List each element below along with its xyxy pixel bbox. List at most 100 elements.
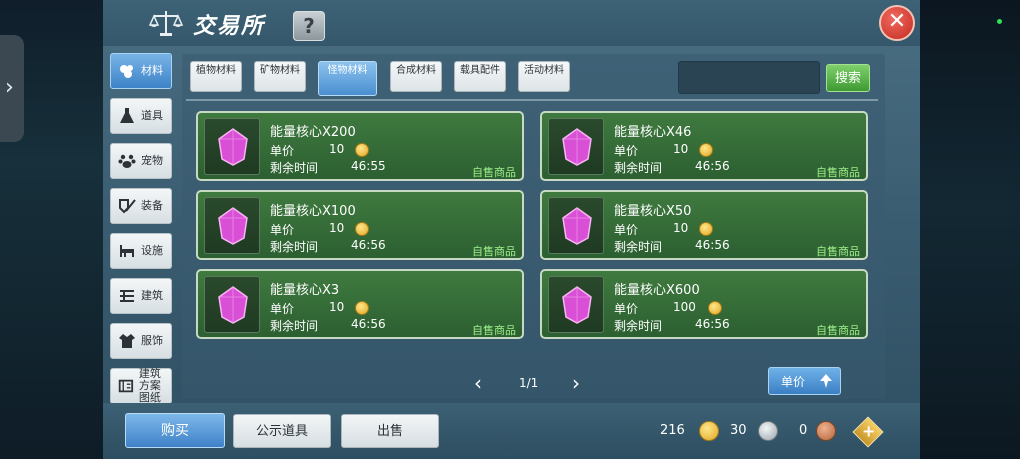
listing-card[interactable]: 能量核心X600 单价 100 剩余时间 46:56 自售商品 [540,269,868,339]
materials-icon [120,65,133,78]
category-items[interactable]: 道具 [110,98,172,134]
item-price: 10 [329,300,345,314]
tab-plant-materials[interactable]: 植物材料 [190,61,242,92]
side-drawer-tab[interactable]: › [0,35,24,142]
next-page-icon[interactable]: › [572,373,580,393]
paw-icon [118,154,136,168]
category-clothing[interactable]: 服饰 [110,323,172,359]
gold-coin-icon [355,301,369,315]
search-button[interactable]: 搜索 [826,64,870,92]
status-dot [997,19,1002,24]
time-label: 剩余时间 [270,240,319,254]
category-blueprints[interactable]: 建筑方案图纸 [110,368,172,404]
tab-crafted-materials[interactable]: 合成材料 [390,61,442,92]
price-label: 单价 [614,223,639,237]
self-sale-tag: 自售商品 [816,324,860,337]
close-button[interactable]: ✕ [879,5,915,41]
plus-icon: + [862,421,876,441]
category-buildings[interactable]: 建筑 [110,278,172,314]
category-label: 服饰 [141,334,163,347]
remaining-time: 46:55 [351,159,386,173]
listing-card[interactable]: 能量核心X50 单价 10 剩余时间 46:56 自售商品 [540,190,868,260]
gold-coin-icon [355,222,369,236]
prev-page-icon[interactable]: ‹ [474,373,482,393]
remaining-time: 46:56 [351,238,386,252]
sell-tab-button[interactable]: 出售 [341,414,439,448]
category-label: 宠物 [141,154,163,167]
price-label: 单价 [270,302,295,316]
flask-icon [120,108,134,123]
item-icon-frame [204,276,260,333]
divider [186,99,878,101]
self-sale-tag: 自售商品 [816,245,860,258]
time-label: 剩余时间 [270,319,319,333]
clothing-icon [119,334,135,348]
tab-vehicle-parts[interactable]: 载具配件 [454,61,506,92]
energy-core-gem-icon [562,207,592,245]
self-sale-tag: 自售商品 [816,166,860,179]
search-input[interactable] [678,61,820,94]
item-icon-frame [204,197,260,254]
listing-card[interactable]: 能量核心X3 单价 10 剩余时间 46:56 自售商品 [196,269,524,339]
item-icon-frame [548,197,604,254]
gold-coin-icon [699,421,719,441]
blueprint-icon [118,379,134,393]
listing-card[interactable]: 能量核心X200 单价 10 剩余时间 46:55 自售商品 [196,111,524,181]
price-label: 单价 [270,223,295,237]
display-items-button[interactable]: 公示道具 [233,414,331,448]
category-pets[interactable]: 宠物 [110,143,172,179]
chevron-right-icon: › [5,75,14,100]
item-name: 能量核心X600 [614,283,700,298]
self-sale-tag: 自售商品 [472,166,516,179]
gold-coin-icon [708,301,722,315]
equipment-icon [119,199,136,214]
item-price: 10 [329,142,345,156]
price-label: 单价 [270,144,295,158]
bronze-coin-icon [816,421,836,441]
price-label: 单价 [614,302,639,316]
sort-label: 单价 [781,375,806,389]
tab-mineral-materials[interactable]: 矿物材料 [254,61,306,92]
page-indicator: 1/1 [519,376,539,390]
remaining-time: 46:56 [695,238,730,252]
silver-amount: 30 [730,423,747,438]
remaining-time: 46:56 [695,159,730,173]
category-label: 建筑 [141,289,163,302]
category-label: 设施 [141,244,163,257]
energy-core-gem-icon [218,128,248,166]
buy-tab-button[interactable]: 购买 [125,413,225,448]
item-price: 10 [673,142,689,156]
scale-icon [148,11,184,36]
energy-core-gem-icon [218,286,248,324]
item-name: 能量核心X46 [614,125,692,140]
item-price: 10 [329,221,345,235]
page-title: 交易所 [193,14,266,39]
category-label: 道具 [141,109,163,122]
bottom-bar [103,403,920,459]
price-label: 单价 [614,144,639,158]
gold-coin-icon [699,222,713,236]
time-label: 剩余时间 [614,319,663,333]
category-label: 建筑方案图纸 [138,367,161,404]
time-label: 剩余时间 [270,161,319,175]
building-icon [120,290,134,302]
gold-coin-icon [699,143,713,157]
item-name: 能量核心X50 [614,204,692,219]
category-materials[interactable]: 材料 [110,53,172,89]
help-button[interactable]: ? [293,11,325,41]
item-icon-frame [204,118,260,175]
self-sale-tag: 自售商品 [472,245,516,258]
category-label: 装备 [141,199,163,212]
listing-card[interactable]: 能量核心X100 单价 10 剩余时间 46:56 自售商品 [196,190,524,260]
item-icon-frame [548,276,604,333]
tab-monster-materials[interactable]: 怪物材料 [318,61,377,96]
category-equipment[interactable]: 装备 [110,188,172,224]
category-label: 材料 [141,64,163,77]
sort-by-price-button[interactable]: 单价 [768,367,841,395]
tab-event-materials[interactable]: 活动材料 [518,61,570,92]
item-icon-frame [548,118,604,175]
item-name: 能量核心X100 [270,204,356,219]
listing-card[interactable]: 能量核心X46 单价 10 剩余时间 46:56 自售商品 [540,111,868,181]
category-facilities[interactable]: 设施 [110,233,172,269]
gold-amount: 216 [660,423,685,438]
